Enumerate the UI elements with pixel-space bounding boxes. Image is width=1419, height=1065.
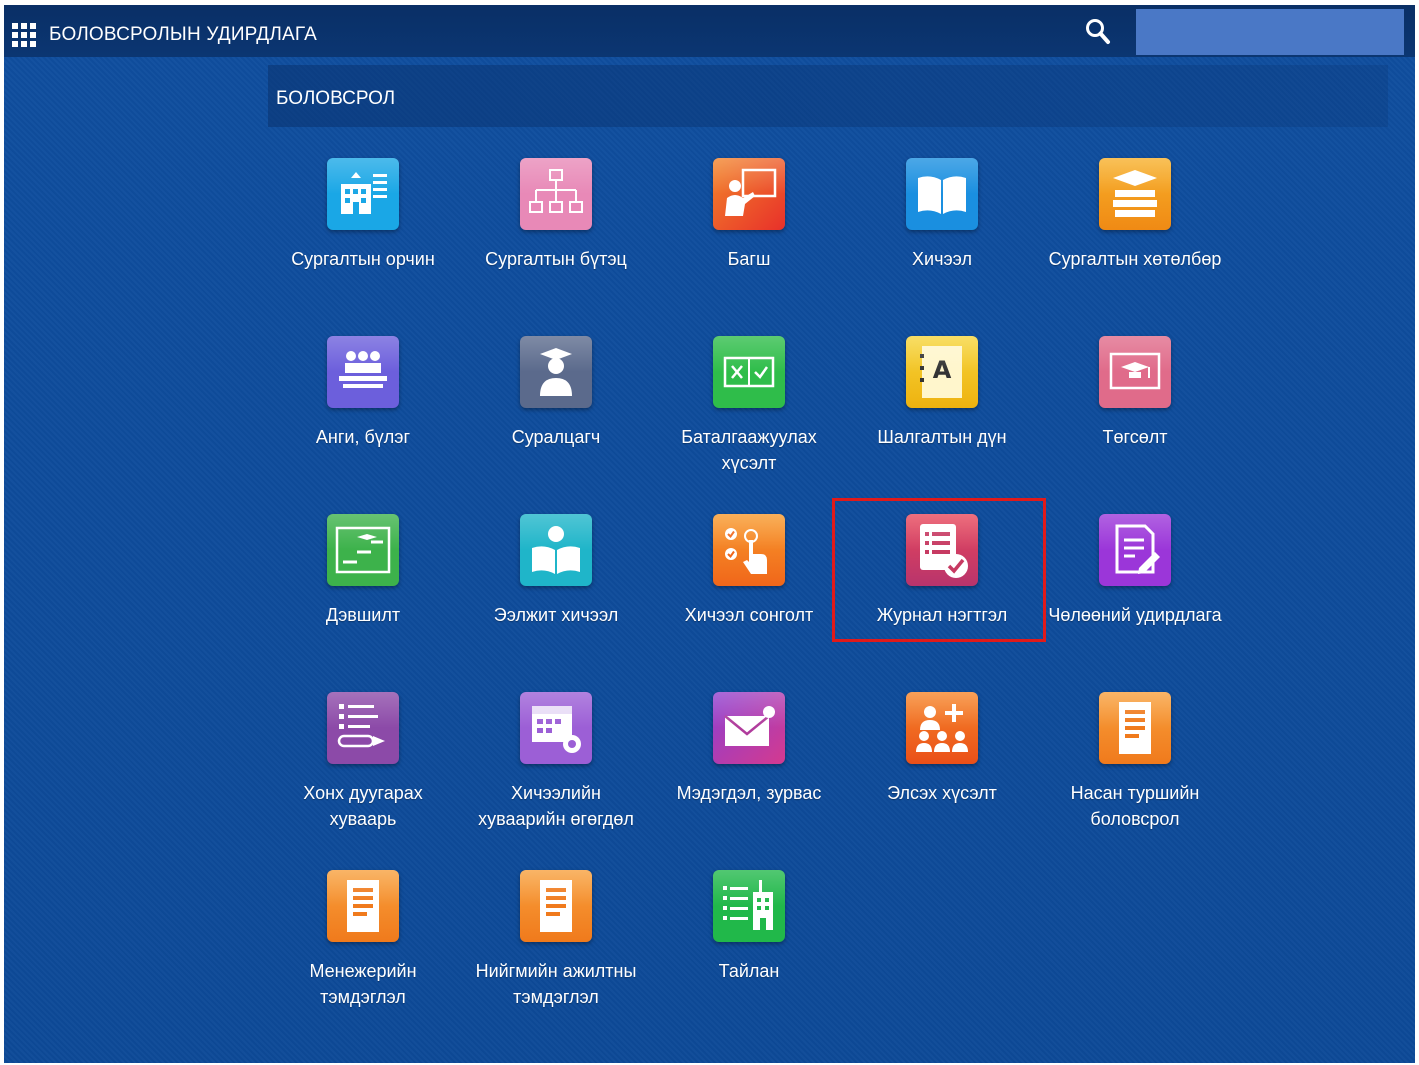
- tile-hicheel-songolt[interactable]: Хичээл сонголт: [659, 514, 839, 684]
- tile-label: Дэвшилт: [325, 605, 401, 625]
- bell-schedule-icon: [327, 692, 399, 764]
- org-chart-icon: [520, 158, 592, 230]
- svg-text:A: A: [933, 356, 952, 384]
- tile-togsolt[interactable]: Төгсөлт: [1045, 336, 1225, 506]
- add-users-icon: [906, 692, 978, 764]
- section-title: БОЛОВСРОЛ: [276, 88, 396, 109]
- journal-check-icon: [906, 514, 978, 586]
- progress-board-icon: [327, 514, 399, 586]
- tile-label: Насан туршийн боловсрол: [1070, 783, 1200, 829]
- envelope-icon: [713, 692, 785, 764]
- tile-hicheel[interactable]: Хичээл: [852, 158, 1032, 328]
- tile-label: Хичээл сонголт: [684, 605, 814, 625]
- grade-report-icon: A: [906, 336, 978, 408]
- teacher-board-icon: [713, 158, 785, 230]
- tile-devshilt[interactable]: Дэвшилт: [273, 514, 453, 684]
- tile-suraltsagch[interactable]: Суралцагч: [466, 336, 646, 506]
- graduate-student-icon: [520, 336, 592, 408]
- approval-checkbox-icon: [713, 336, 785, 408]
- tile-label: Шалгалтын дүн: [877, 427, 1007, 447]
- tile-label: Сургалтын бүтэц: [485, 249, 627, 269]
- tile-tailan[interactable]: Тайлан: [659, 870, 839, 1040]
- tile-label: Чөлөөний удирдлага: [1048, 605, 1222, 625]
- tile-choloonii-udirdlaga[interactable]: Чөлөөний удирдлага: [1045, 514, 1225, 684]
- edit-document-icon: [1099, 514, 1171, 586]
- tile-label: Тайлан: [718, 961, 780, 981]
- tile-label: Төгсөлт: [1102, 427, 1168, 447]
- graduation-icon: [1099, 336, 1171, 408]
- tile-surgaltyn-hotolbor[interactable]: Сургалтын хөтөлбөр: [1045, 158, 1225, 328]
- tile-label: Багш: [727, 249, 771, 269]
- tile-nasan-turshiin-bolovsrol[interactable]: Насан туршийн боловсрол: [1045, 692, 1225, 862]
- tile-label: Хонх дуугарах хуваарь: [303, 783, 423, 829]
- tile-label: Элсэх хүсэлт: [887, 783, 997, 803]
- section-header: [268, 65, 1388, 127]
- search-icon[interactable]: [1084, 17, 1112, 47]
- tile-label: Анги, бүлэг: [315, 427, 411, 447]
- tile-label: Суралцагч: [511, 427, 601, 447]
- tile-label: Сургалтын орчин: [291, 249, 435, 269]
- tile-menejeriin-temdeglel[interactable]: Менежерийн тэмдэглэл: [273, 870, 453, 1040]
- tile-surgaltyn-orchin[interactable]: Сургалтын орчин: [273, 158, 453, 328]
- tile-eeljit-hicheel[interactable]: Ээлжит хичээл: [466, 514, 646, 684]
- open-book-icon: [906, 158, 978, 230]
- tile-angi-buleg[interactable]: Анги, бүлэг: [273, 336, 453, 506]
- app-window: БОЛОВСРОЛЫН УДИРДЛАГА БОЛОВСРОЛ Сургалты…: [4, 5, 1415, 1063]
- classroom-icon: [327, 336, 399, 408]
- tap-checklist-icon: [713, 514, 785, 586]
- tile-jurnal-negtgel[interactable]: Журнал нэгтгэл: [852, 514, 1032, 684]
- tile-medegdel-zurvas[interactable]: Мэдэгдэл, зурвас: [659, 692, 839, 862]
- document-icon: [520, 870, 592, 942]
- tile-label: Журнал нэгтгэл: [876, 605, 1008, 625]
- tile-label: Менежерийн тэмдэглэл: [309, 961, 417, 1007]
- document-icon: [327, 870, 399, 942]
- search-input[interactable]: [1136, 9, 1404, 55]
- tile-label: Ээлжит хичээл: [493, 605, 619, 625]
- tile-shalgaltyn-dun[interactable]: A Шалгалтын дүн: [852, 336, 1032, 506]
- document-icon: [1099, 692, 1171, 764]
- tile-label: Хичээлийн хуваарийн өгөгдөл: [478, 783, 634, 829]
- tile-honh-duugarah-huvaar[interactable]: Хонх дуугарах хуваарь: [273, 692, 453, 862]
- report-list-icon: [713, 870, 785, 942]
- tile-label: Нийгмийн ажилтны тэмдэглэл: [475, 961, 637, 1007]
- school-building-icon: [327, 158, 399, 230]
- top-bar: БОЛОВСРОЛЫН УДИРДЛАГА: [4, 5, 1415, 57]
- tile-bagsh[interactable]: Багш: [659, 158, 839, 328]
- tile-niigmiin-ajiltny-temdeglel[interactable]: Нийгмийн ажилтны тэмдэглэл: [466, 870, 646, 1040]
- tile-label: Мэдэгдэл, зурвас: [676, 783, 822, 803]
- reading-student-icon: [520, 514, 592, 586]
- tile-surgaltyn-butets[interactable]: Сургалтын бүтэц: [466, 158, 646, 328]
- tile-elseh-huselt[interactable]: Элсэх хүсэлт: [852, 692, 1032, 862]
- tile-label: Баталгаажуулах хүсэлт: [681, 427, 817, 473]
- app-title: БОЛОВСРОЛЫН УДИРДЛАГА: [49, 24, 317, 45]
- tile-label: Хичээл: [912, 249, 972, 269]
- books-stack-icon: [1099, 158, 1171, 230]
- app-launcher-icon[interactable]: [12, 23, 36, 47]
- tile-label: Сургалтын хөтөлбөр: [1048, 249, 1222, 269]
- calendar-settings-icon: [520, 692, 592, 764]
- tile-batalgaajuulah-huselt[interactable]: Баталгаажуулах хүсэлт: [659, 336, 839, 506]
- tile-hicheeliin-huvaariin-ogogdol[interactable]: Хичээлийн хуваарийн өгөгдөл: [466, 692, 646, 862]
